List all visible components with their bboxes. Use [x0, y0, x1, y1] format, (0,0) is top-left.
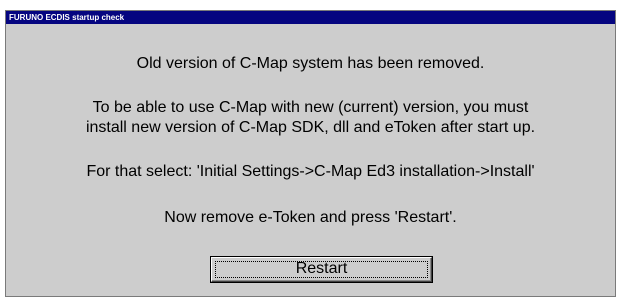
message-remove-token: Now remove e-Token and press 'Restart'.	[164, 209, 457, 226]
dialog-title-bar: FURUNO ECDIS startup check	[6, 11, 615, 24]
startup-check-dialog: FURUNO ECDIS startup check Old version o…	[5, 10, 616, 297]
message-instructions: For that select: 'Initial Settings->C-Ma…	[86, 163, 535, 180]
restart-button[interactable]: Restart	[211, 257, 432, 282]
message-removed: Old version of C-Map system has been rem…	[136, 55, 485, 72]
message-install-line-1: To be able to use C-Map with new (curren…	[92, 99, 529, 116]
message-install-line-2: install new version of C-Map SDK, dll an…	[85, 119, 536, 136]
restart-button-label: Restart	[295, 260, 348, 277]
